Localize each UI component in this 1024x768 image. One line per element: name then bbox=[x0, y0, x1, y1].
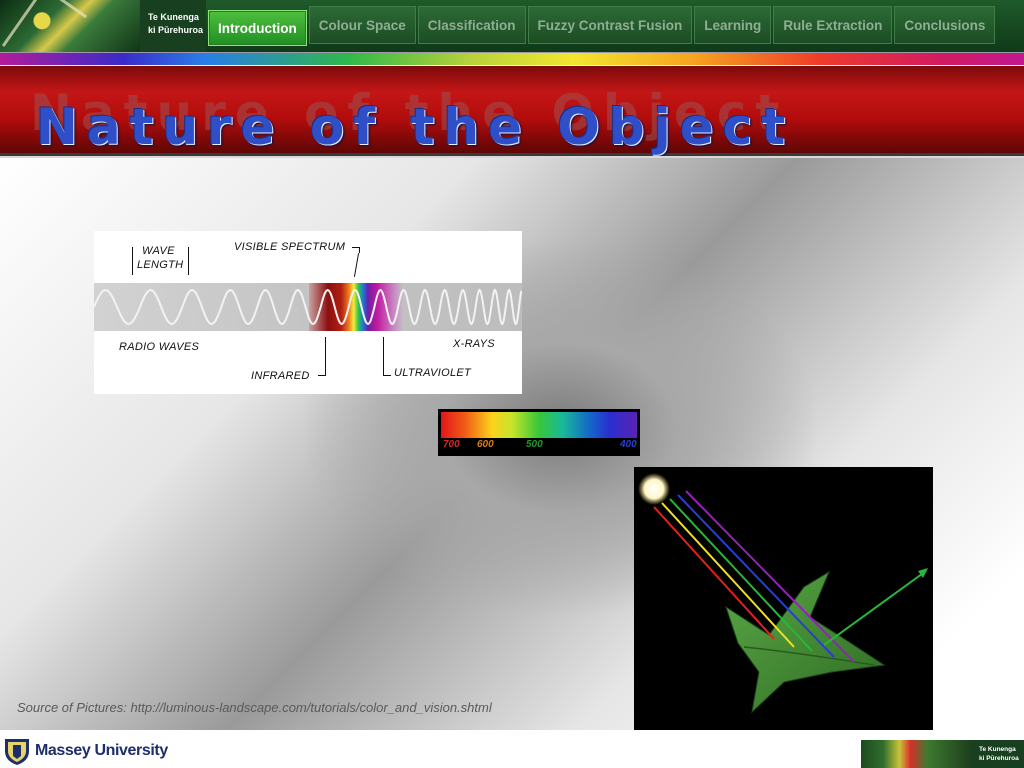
x-rays-label: X-RAYS bbox=[453, 338, 495, 350]
tab-classification[interactable]: Classification bbox=[417, 6, 526, 44]
visible-spectrum-label: VISIBLE SPECTRUM bbox=[234, 241, 346, 253]
footer-brand-line-1: Te Kunenga bbox=[979, 746, 1016, 753]
brand-line-1: Te Kunenga bbox=[148, 12, 199, 22]
color-scale-labels: 700 600 500 400 bbox=[441, 438, 637, 452]
leaf-reflection-image bbox=[634, 467, 933, 734]
wavelength-color-scale: 700 600 500 400 bbox=[438, 409, 640, 456]
tab-learning[interactable]: Learning bbox=[694, 6, 772, 44]
ultraviolet-label: ULTRAVIOLET bbox=[394, 367, 472, 379]
sun-icon bbox=[638, 473, 670, 505]
rainbow-divider bbox=[0, 52, 1024, 66]
tab-fuzzy-contrast-fusion[interactable]: Fuzzy Contrast Fusion bbox=[527, 6, 693, 44]
wave-length-label-1: WAVE bbox=[142, 245, 175, 257]
slide-title: Nature of the Object bbox=[36, 98, 795, 156]
wave-length-tick-right bbox=[188, 247, 189, 275]
tab-introduction[interactable]: Introduction bbox=[208, 10, 307, 46]
scale-label-700: 700 bbox=[443, 439, 460, 450]
ultraviolet-leader-h bbox=[383, 375, 391, 376]
top-navigation-bar: Te Kunenga ki Pūrehuroa Introduction Col… bbox=[0, 0, 1024, 52]
leaf-shape bbox=[725, 570, 886, 714]
picture-source-note: Source of Pictures: http://luminous-land… bbox=[17, 700, 492, 715]
infrared-label: INFRARED bbox=[251, 370, 310, 382]
university-crest-icon bbox=[5, 739, 29, 765]
section-tabs: Introduction Colour Space Classification… bbox=[208, 6, 996, 46]
tab-conclusions[interactable]: Conclusions bbox=[894, 6, 996, 44]
ultraviolet-leader-v bbox=[383, 337, 384, 375]
scale-label-500: 500 bbox=[526, 439, 543, 450]
brand-line-2: ki Pūrehuroa bbox=[148, 25, 204, 35]
spectrum-diagram: WAVE LENGTH VISIBLE SPECTRUM RADIO WAVES… bbox=[94, 231, 522, 394]
scale-label-600: 600 bbox=[477, 439, 494, 450]
infrared-leader-h bbox=[318, 375, 326, 376]
wave-length-label-2: LENGTH bbox=[137, 259, 184, 271]
brand-artwork bbox=[0, 0, 140, 52]
wave-length-tick-left bbox=[132, 247, 133, 275]
leaf-reflection-illustration bbox=[638, 473, 928, 714]
brand-wordmark: Te Kunenga ki Pūrehuroa bbox=[140, 0, 206, 52]
footer-brand-line-2: ki Pūrehuroa bbox=[979, 755, 1019, 762]
title-banner: Nature of the Object Nature of the Objec… bbox=[0, 66, 1024, 159]
tab-rule-extraction[interactable]: Rule Extraction bbox=[773, 6, 893, 44]
radio-waves-label: RADIO WAVES bbox=[119, 341, 200, 353]
infrared-leader-v bbox=[325, 337, 326, 375]
scale-label-400: 400 bbox=[620, 439, 637, 450]
color-scale-gradient bbox=[441, 412, 637, 438]
visible-spectrum-leader-v1 bbox=[359, 247, 360, 253]
footer-brand-artwork bbox=[861, 740, 971, 768]
tab-colour-space[interactable]: Colour Space bbox=[308, 6, 416, 44]
footer-wordmark: Te Kunenga ki Pūrehuroa bbox=[971, 740, 1024, 768]
university-name: Massey University bbox=[35, 742, 168, 759]
